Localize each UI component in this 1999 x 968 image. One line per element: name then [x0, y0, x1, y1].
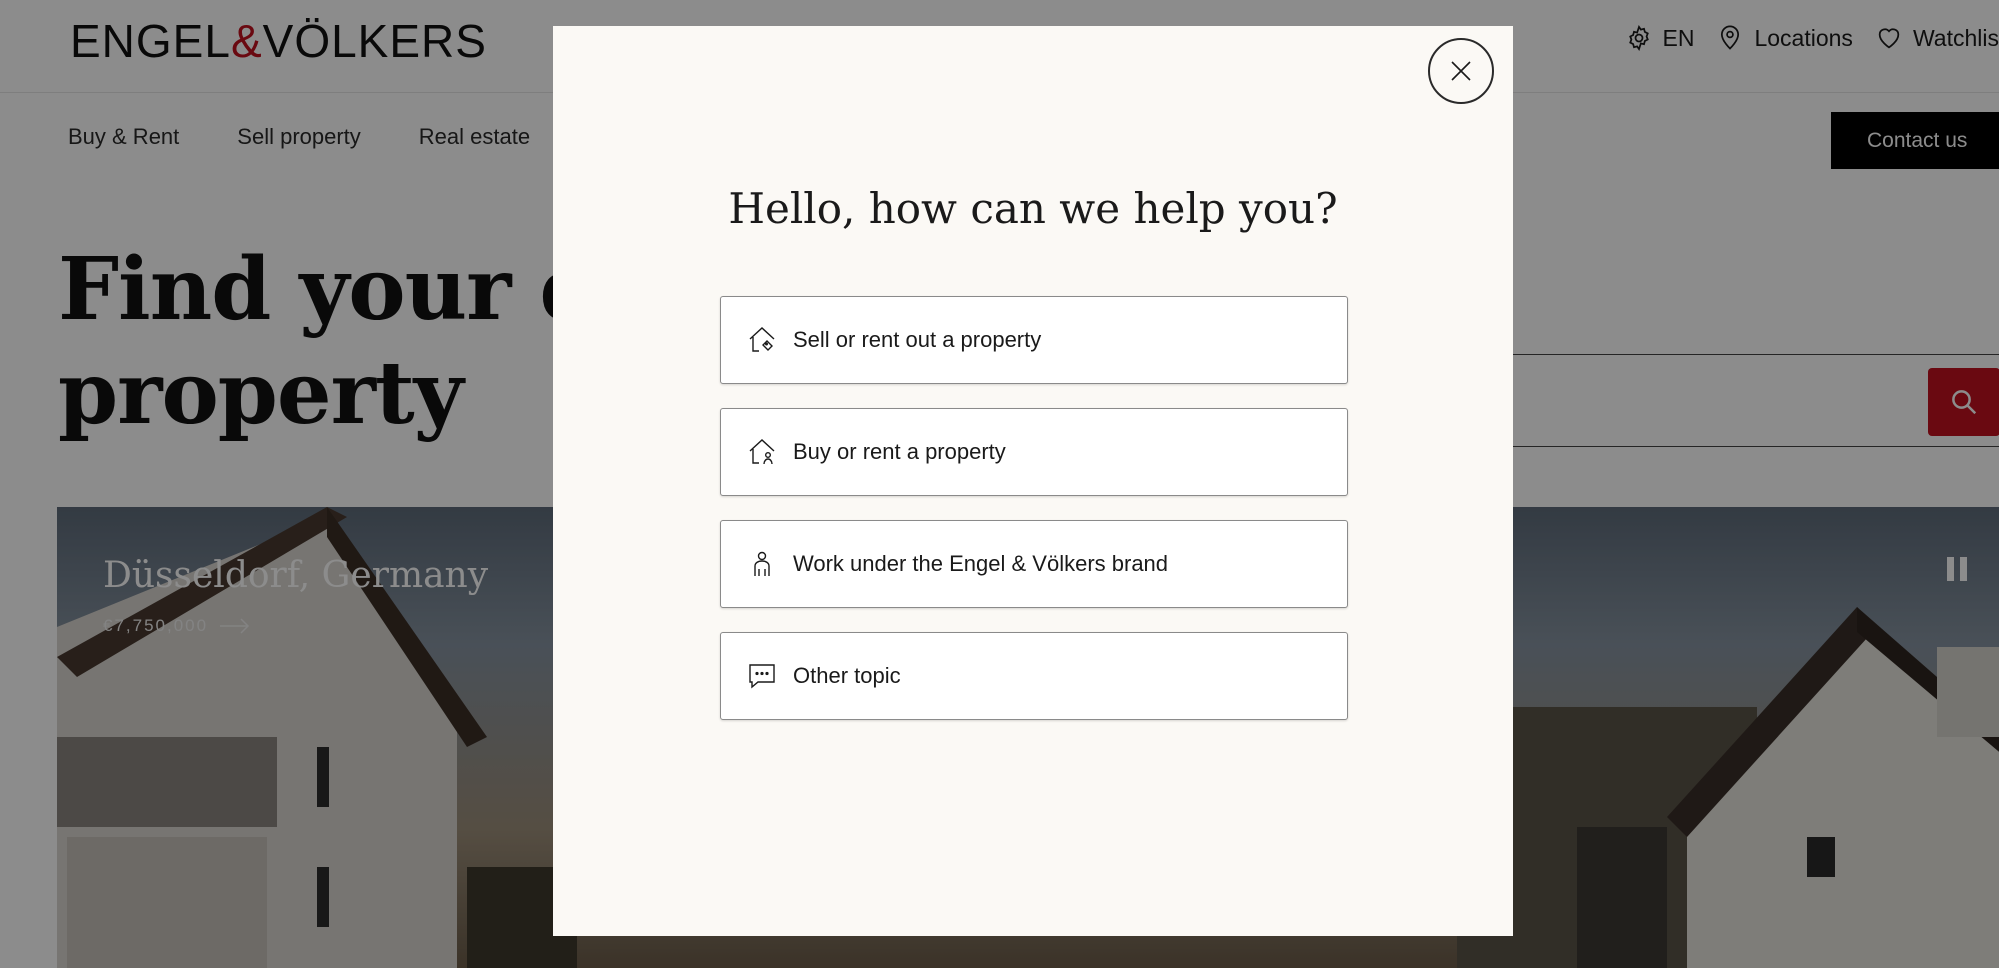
option-sell-rent-out[interactable]: Sell or rent out a property [720, 296, 1348, 384]
option-label: Sell or rent out a property [793, 327, 1042, 352]
chat-bubble-icon [749, 664, 775, 689]
modal-title: Hello, how can we help you? [728, 184, 1338, 233]
house-tag-icon [749, 327, 775, 352]
house-person-icon [749, 439, 775, 465]
option-label: Other topic [793, 663, 901, 688]
option-buy-rent[interactable]: Buy or rent a property [720, 408, 1348, 496]
option-other-topic[interactable]: Other topic [720, 632, 1348, 720]
option-label: Buy or rent a property [793, 439, 1006, 464]
close-icon [1451, 61, 1471, 81]
person-icon [754, 551, 770, 576]
option-label: Work under the Engel & Völkers brand [793, 551, 1169, 576]
option-work-with-brand[interactable]: Work under the Engel & Völkers brand [720, 520, 1348, 608]
modal-close-button[interactable] [1428, 38, 1494, 104]
